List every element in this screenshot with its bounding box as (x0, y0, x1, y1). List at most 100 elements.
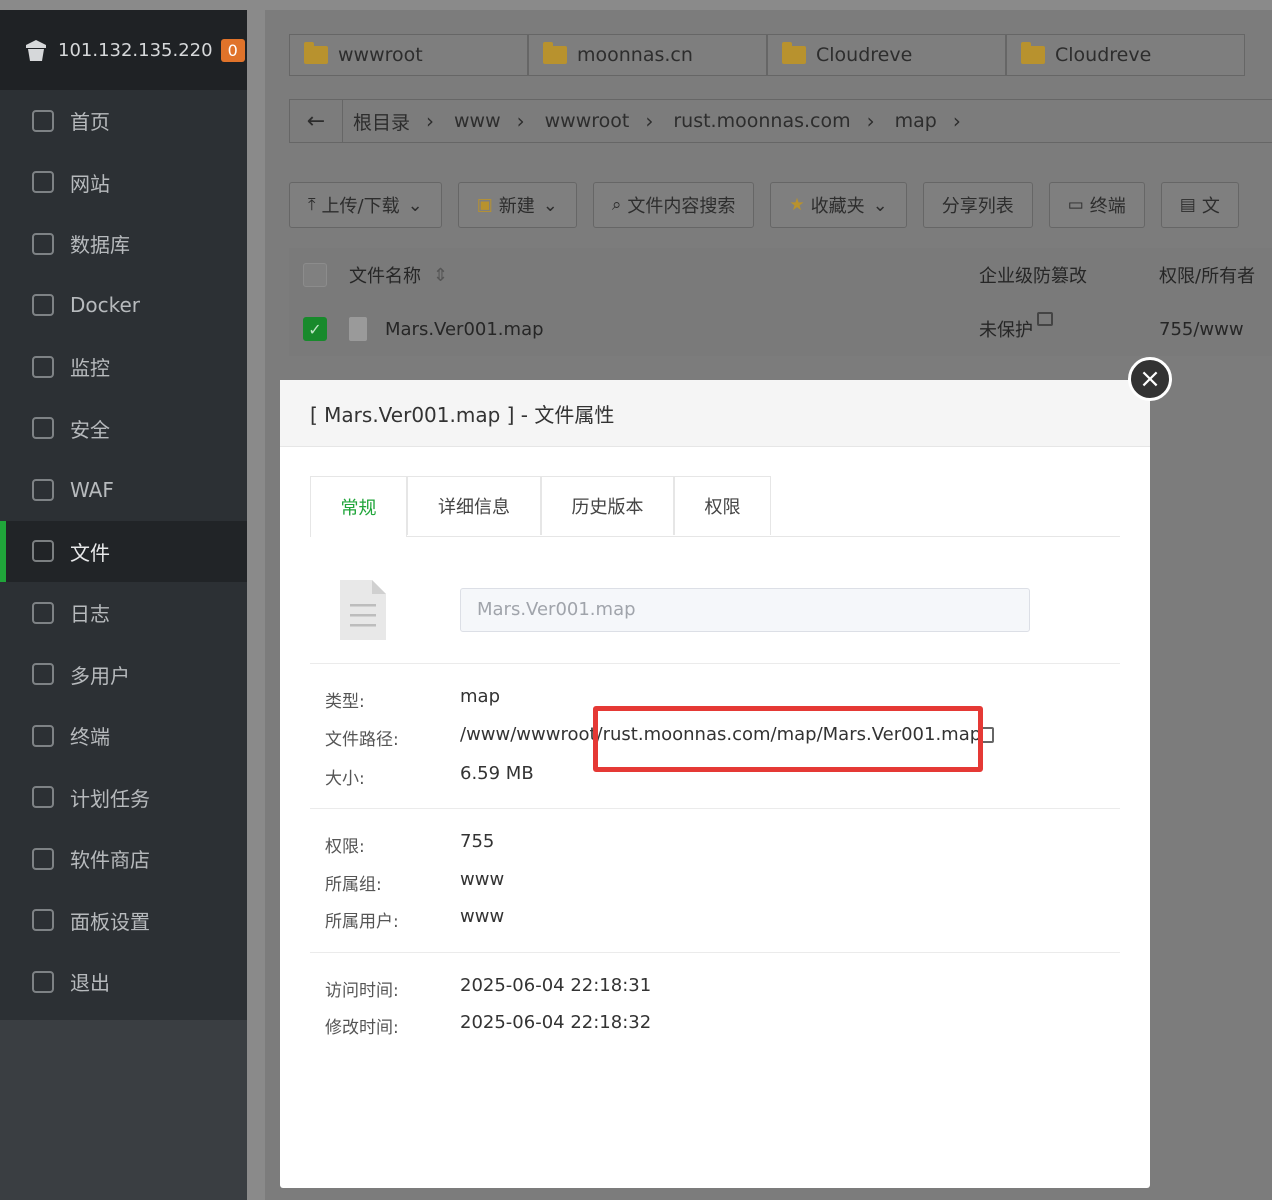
terminal-icon (32, 724, 54, 747)
file-icon (349, 317, 367, 341)
alert-badge[interactable]: 0 (220, 38, 245, 62)
sidebar-nav: 首页网站数据库 Docker 监控 安全 WAF 文件日志多用户终端计划任务软件商店 面板设… (0, 90, 247, 1013)
folder-tab[interactable]: Cloudreve (767, 34, 1006, 76)
size-label: 大小: (325, 769, 365, 789)
sidebar-item[interactable]: 文件 (0, 520, 247, 582)
database-icon (32, 232, 54, 255)
server-ip: 101.132.135.220 (58, 39, 213, 61)
server-header: 101.132.135.220 0 (0, 10, 247, 90)
sidebar-item[interactable]: WAF (0, 459, 247, 521)
sidebar-item-label: 网站 (70, 171, 110, 196)
sidebar-item[interactable]: 数据库 (0, 213, 247, 275)
dialog-title: [ Mars.Ver001.map ] - 文件属性 (280, 380, 1150, 447)
sidebar-item-label: 多用户 (70, 663, 130, 688)
sidebar-item-label: 文件 (70, 540, 110, 565)
favorites-button[interactable]: ★ 收藏夹 ⌄ (770, 182, 907, 228)
tab-permissions[interactable]: 权限 (674, 476, 771, 535)
button-label: 文 (1201, 196, 1220, 217)
more-button[interactable]: ▤ 文 (1160, 182, 1239, 228)
sidebar-item[interactable]: 面板设置 (0, 890, 247, 952)
new-button[interactable]: ▣ 新建 ⌄ (457, 182, 577, 228)
sidebar-item-label: 退出 (70, 971, 110, 996)
sidebar-item[interactable]: 日志 (0, 582, 247, 644)
tamper-status[interactable]: 未保护 (979, 316, 1033, 342)
divider (310, 952, 1120, 953)
path-highlight-box (593, 706, 983, 772)
log-icon (32, 601, 54, 624)
sidebar-item[interactable]: 终端 (0, 705, 247, 767)
file-table: 文件名称 ⇕ 企业级防篡改 权限/所有者 ✓ Mars.Ver001.map 未… (289, 248, 1272, 356)
sidebar-item[interactable]: 软件商店 (0, 828, 247, 890)
table-row[interactable]: ✓ Mars.Ver001.map 未保护 755/www (289, 302, 1272, 356)
breadcrumb-item[interactable]: www (454, 110, 501, 132)
folder-icon (304, 42, 328, 64)
size-value: 6.59 MB (460, 763, 534, 784)
button-label: 收藏夹 (810, 196, 865, 217)
shield-icon (32, 417, 54, 440)
folder-tab[interactable]: wwwroot (289, 34, 528, 76)
apps-icon (32, 847, 54, 870)
sidebar-item-label: 日志 (70, 602, 110, 627)
button-label: 上传/下载 (321, 196, 400, 217)
home-icon (32, 109, 54, 132)
modify-time-value: 2025-06-04 22:18:32 (460, 1012, 652, 1033)
sidebar-item-label: 终端 (70, 725, 110, 750)
unlock-icon (1037, 312, 1053, 326)
sort-icon[interactable]: ⇕ (433, 265, 448, 286)
folder-icon (782, 42, 806, 64)
breadcrumb-item[interactable]: 根目录 (353, 108, 410, 135)
dialog-tabs: 常规 详细信息 历史版本 权限 (310, 476, 1120, 537)
file-permission[interactable]: 755/www (1159, 319, 1244, 340)
sidebar-item-label: 数据库 (70, 233, 130, 258)
close-dialog-button[interactable]: × (1128, 357, 1172, 401)
folder-tab[interactable]: moonnas.cn (528, 34, 767, 76)
tab-history[interactable]: 历史版本 (541, 476, 674, 535)
breadcrumb-item[interactable]: map (895, 110, 937, 132)
tab-general[interactable]: 常规 (310, 476, 407, 537)
sidebar-item[interactable]: Docker (0, 275, 247, 337)
access-time-label: 访问时间: (325, 981, 399, 1001)
breadcrumb-item[interactable]: wwwroot (545, 110, 630, 132)
column-name-header[interactable]: 文件名称 (349, 262, 421, 288)
sidebar-footer (0, 1020, 247, 1200)
filename-field[interactable]: Mars.Ver001.map (460, 588, 1030, 632)
folder-icon (1021, 42, 1045, 64)
sidebar-item[interactable]: 首页 (0, 90, 247, 152)
folder-tab-label: wwwroot (338, 44, 423, 66)
folder-tab-label: moonnas.cn (577, 44, 693, 66)
sidebar-item[interactable]: 网站 (0, 152, 247, 214)
user-value: www (460, 906, 505, 927)
sidebar-item[interactable]: 计划任务 (0, 767, 247, 829)
sidebar-item-label: 计划任务 (70, 786, 150, 811)
upload-icon: ⤒ (308, 195, 316, 215)
users-icon (32, 663, 54, 686)
chevron-down-icon: ⌄ (872, 194, 888, 216)
tab-details[interactable]: 详细信息 (407, 476, 541, 535)
chevron-right-icon: › (516, 109, 525, 133)
globe-icon (32, 171, 54, 194)
breadcrumb-item[interactable]: rust.moonnas.com (673, 110, 850, 132)
content-search-button[interactable]: ⌕ 文件内容搜索 (592, 182, 755, 228)
file-properties-dialog: [ Mars.Ver001.map ] - 文件属性 常规 详细信息 历史版本 … (280, 380, 1150, 1188)
folder-tab[interactable]: Cloudreve (1006, 34, 1245, 76)
back-button[interactable]: ← (290, 100, 343, 142)
select-all-checkbox[interactable] (303, 263, 327, 287)
row-checkbox[interactable]: ✓ (303, 317, 327, 341)
chevron-right-icon: › (866, 109, 875, 133)
type-label: 类型: (325, 692, 365, 712)
type-value: map (460, 686, 500, 707)
sidebar-item[interactable]: 退出 (0, 951, 247, 1013)
sidebar-item[interactable]: 监控 (0, 336, 247, 398)
logout-icon (32, 970, 54, 993)
file-name[interactable]: Mars.Ver001.map (385, 319, 544, 340)
upload-download-button[interactable]: ⤒ 上传/下载 ⌄ (289, 182, 442, 228)
sidebar-item[interactable]: 多用户 (0, 644, 247, 706)
sidebar-item[interactable]: 安全 (0, 398, 247, 460)
group-label: 所属组: (325, 875, 382, 895)
divider (310, 663, 1120, 664)
folder-tab-label: Cloudreve (1055, 44, 1152, 66)
folder-icon (32, 540, 54, 563)
path-label: 文件路径: (325, 730, 399, 750)
share-list-button[interactable]: 分享列表 (922, 182, 1033, 228)
terminal-button[interactable]: ▭ 终端 (1048, 182, 1145, 228)
